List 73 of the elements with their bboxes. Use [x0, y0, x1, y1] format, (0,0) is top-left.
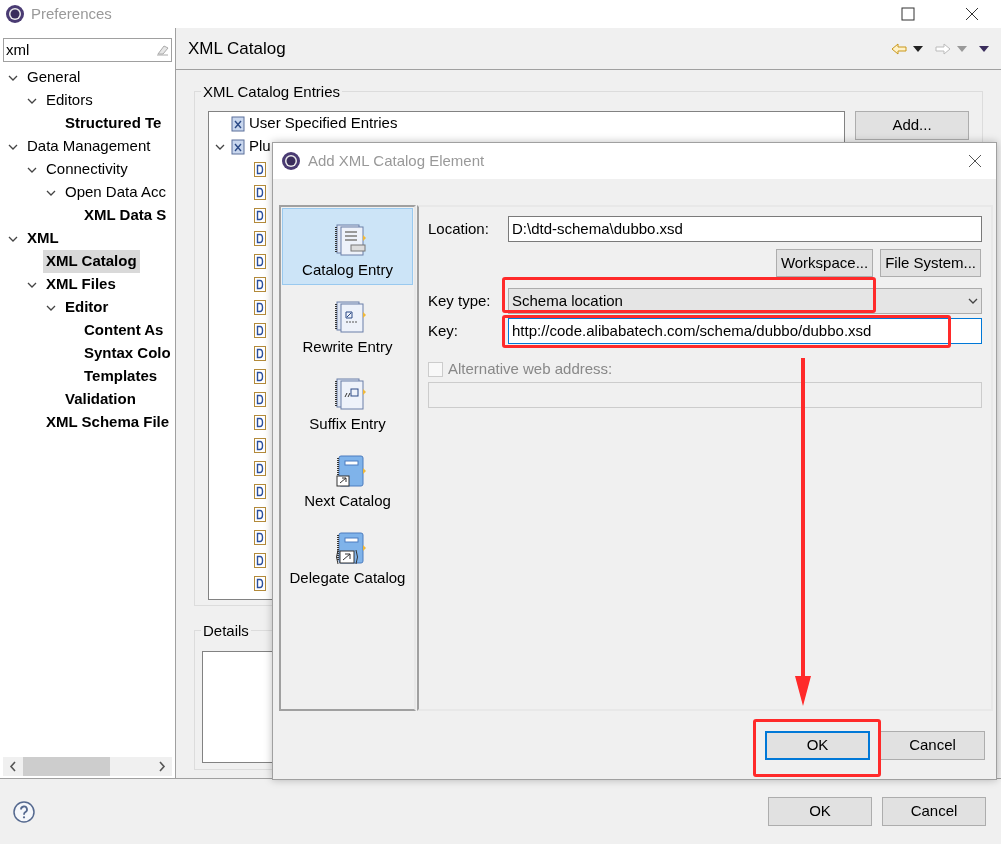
horizontal-scrollbar[interactable]: [3, 757, 172, 776]
type-item[interactable]: Next Catalog: [282, 439, 413, 516]
tree-item[interactable]: Syntax Colo: [81, 342, 174, 365]
tree-item[interactable]: Content As: [81, 319, 167, 342]
document-icon: [254, 507, 266, 522]
window-title: Preferences: [31, 3, 112, 24]
tree-item[interactable]: XML Data S: [81, 204, 170, 227]
browse-button[interactable]: Workspace...: [775, 249, 874, 277]
dialog-button[interactable]: OK: [768, 797, 872, 826]
tree-item[interactable]: Data Management: [24, 135, 154, 158]
field-label: Location:: [428, 218, 490, 239]
document-icon: [254, 346, 266, 361]
app-icon: [5, 4, 25, 24]
close-icon[interactable]: [965, 7, 979, 21]
key-field[interactable]: http://code.alibabatech.com/schema/dubbo/dubbo.xsd: [508, 318, 982, 344]
tree-item[interactable]: Editor: [62, 296, 112, 319]
location-field[interactable]: D:\dtd-schema\dubbo.xsd: [508, 216, 982, 242]
document-icon: [254, 208, 266, 223]
tree-item[interactable]: Editors: [43, 89, 96, 112]
tree-item[interactable]: General: [24, 66, 84, 89]
document-icon: [254, 415, 266, 430]
document-icon: [254, 461, 266, 476]
type-item[interactable]: Delegate Catalog: [282, 516, 413, 593]
dialog-button[interactable]: Cancel: [880, 730, 985, 760]
tree-item[interactable]: Connectivity: [43, 158, 131, 181]
document-icon: [254, 162, 266, 177]
alternative-field[interactable]: [428, 382, 982, 408]
tree-item[interactable]: Validation: [62, 388, 139, 411]
document-icon: [254, 530, 266, 545]
document-icon: [254, 231, 266, 246]
document-icon: [254, 369, 266, 384]
filter-field[interactable]: xml: [3, 38, 172, 62]
dialog-title: Add XML Catalog Element: [308, 150, 485, 171]
document-icon: [254, 277, 266, 292]
document-icon: [254, 323, 266, 338]
browse-button[interactable]: File System...: [880, 249, 981, 277]
document-icon: [254, 553, 266, 568]
document-icon: [254, 185, 266, 200]
close-icon[interactable]: [968, 154, 982, 168]
document-icon: [254, 438, 266, 453]
document-icon: [254, 576, 266, 591]
catalog-icon: [231, 115, 245, 132]
maximize-icon[interactable]: [901, 7, 915, 21]
type-item[interactable]: Rewrite Entry: [282, 285, 413, 362]
tree-item[interactable]: Plu: [249, 135, 271, 158]
checkbox-label: Alternative web address:: [448, 358, 613, 379]
menu-icon[interactable]: [979, 45, 989, 52]
tree-item[interactable]: XML Files: [43, 273, 119, 296]
add-button[interactable]: Add...: [855, 111, 969, 140]
chevron-down-icon[interactable]: [968, 296, 978, 306]
document-icon: [254, 254, 266, 269]
catalog-icon: [231, 138, 245, 155]
type-item[interactable]: Suffix Entry: [282, 362, 413, 439]
type-item[interactable]: Catalog Entry: [282, 208, 413, 285]
dropdown-icon[interactable]: [913, 45, 923, 52]
tree-item[interactable]: XML Catalog: [43, 250, 140, 273]
dialog-button[interactable]: Cancel: [882, 797, 986, 826]
field-label: Key:: [428, 320, 459, 341]
document-icon: [254, 392, 266, 407]
tree-item[interactable]: XML: [24, 227, 62, 250]
tree-item[interactable]: User Specified Entries: [249, 112, 398, 135]
tree-item[interactable]: XML Schema File: [43, 411, 173, 434]
help-icon[interactable]: [13, 800, 35, 823]
document-icon: [254, 484, 266, 499]
tree-item[interactable]: Structured Te: [62, 112, 165, 135]
tree-item[interactable]: Open Data Acc: [62, 181, 169, 204]
dialog-button[interactable]: OK: [765, 730, 870, 760]
document-icon: [254, 300, 266, 315]
page-title: XML Catalog: [188, 37, 286, 60]
field-label: Key type:: [428, 290, 492, 311]
app-icon: [281, 151, 301, 171]
scrollbar-thumb[interactable]: [23, 757, 110, 776]
tree-item[interactable]: Templates: [81, 365, 161, 388]
